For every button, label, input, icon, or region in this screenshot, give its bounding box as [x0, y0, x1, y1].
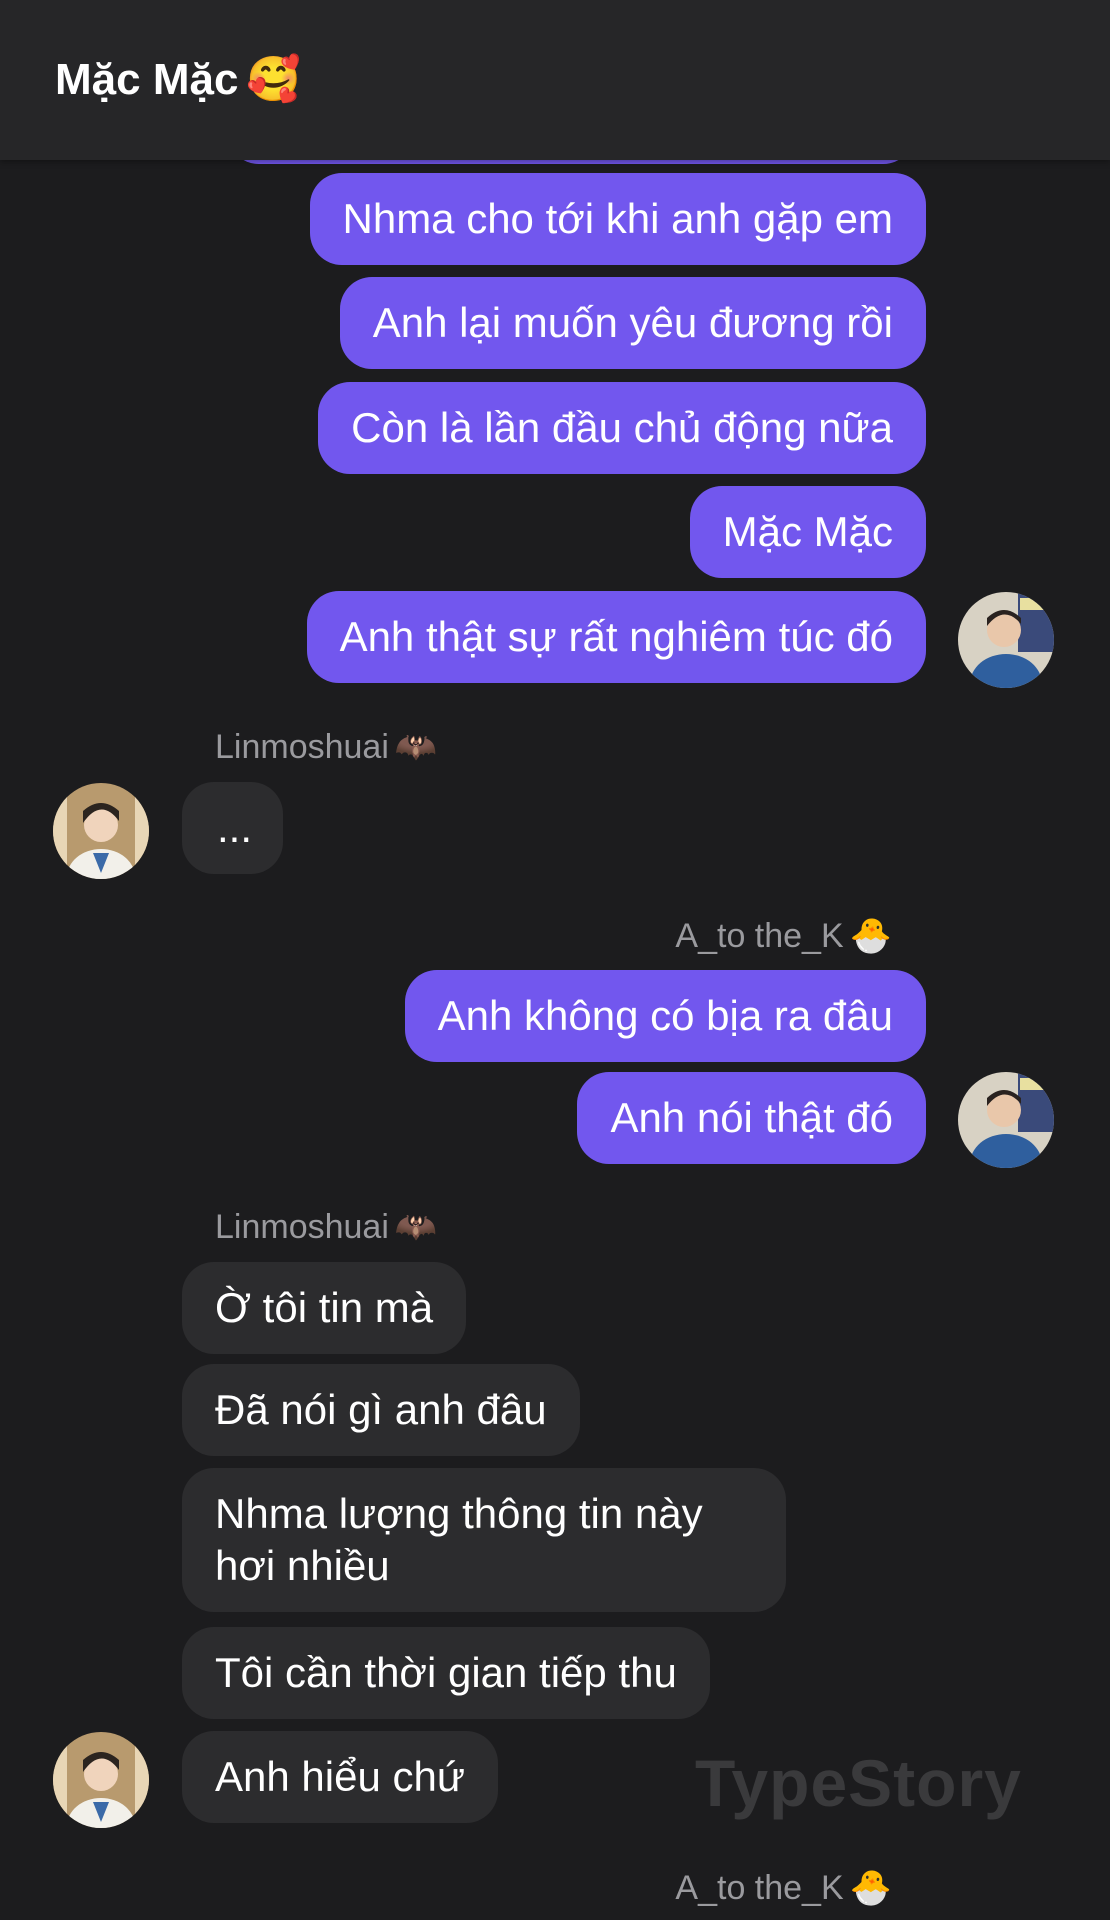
- sender-name-linmoshuai: Linmoshuai 🦇: [215, 725, 437, 769]
- chat-title-text: Mặc Mặc: [55, 55, 239, 104]
- chat-header: Mặc Mặc 🥰: [0, 0, 1110, 160]
- message-bubble[interactable]: Ờ tôi tin mà: [182, 1262, 467, 1354]
- watermark: TypeStory: [695, 1746, 1022, 1820]
- hatching-chick-emoji: 🐣: [849, 1869, 892, 1907]
- message-bubble[interactable]: Anh thật sự rất nghiêm túc đó: [306, 591, 926, 683]
- message-bubble[interactable]: Anh không có bịa ra đâu: [404, 970, 926, 1062]
- message-bubble[interactable]: Nhma lượng thông tin này hơi nhiều: [182, 1468, 786, 1612]
- sender-name-a-to-the-k: A_to the_K 🐣: [675, 1866, 892, 1910]
- sender-name-text: Linmoshuai: [215, 728, 389, 766]
- message-bubble[interactable]: Tôi cần thời gian tiếp thu: [182, 1627, 710, 1719]
- avatar-linmoshuai[interactable]: [53, 783, 149, 879]
- message-bubble[interactable]: Còn là lần đầu chủ động nữa: [318, 382, 926, 474]
- message-bubble[interactable]: Nhma cho tới khi anh gặp em: [309, 173, 926, 265]
- message-bubble[interactable]: Mặc Mặc: [689, 486, 926, 578]
- bat-emoji: 🦇: [394, 1208, 438, 1246]
- avatar-linmoshuai[interactable]: [53, 1732, 149, 1828]
- sender-name-a-to-the-k: A_to the_K 🐣: [675, 914, 892, 958]
- message-bubble[interactable]: Đã nói gì anh đâu: [182, 1364, 580, 1456]
- avatar-image: [958, 592, 1054, 688]
- message-bubble[interactable]: Anh lại muốn yêu đương rồi: [339, 277, 926, 369]
- sender-name-text: A_to the_K: [675, 1869, 844, 1907]
- avatar-a-to-the-k[interactable]: [958, 592, 1054, 688]
- message-bubble[interactable]: Anh nói thật đó: [577, 1072, 926, 1164]
- sender-name-linmoshuai: Linmoshuai 🦇: [215, 1205, 437, 1249]
- bat-emoji: 🦇: [394, 728, 438, 766]
- avatar-image: [958, 1072, 1054, 1168]
- avatar-image: [53, 1732, 149, 1828]
- avatar-image: [53, 783, 149, 879]
- sender-name-text: A_to the_K: [675, 917, 844, 955]
- message-bubble[interactable]: Anh hiểu chứ: [182, 1731, 498, 1823]
- chat-title: Mặc Mặc 🥰: [55, 52, 301, 108]
- sender-name-text: Linmoshuai: [215, 1208, 389, 1246]
- message-bubble[interactable]: ...: [182, 782, 283, 874]
- avatar-a-to-the-k[interactable]: [958, 1072, 1054, 1168]
- smiling-hearts-emoji: 🥰: [246, 55, 302, 104]
- hatching-chick-emoji: 🐣: [849, 917, 892, 955]
